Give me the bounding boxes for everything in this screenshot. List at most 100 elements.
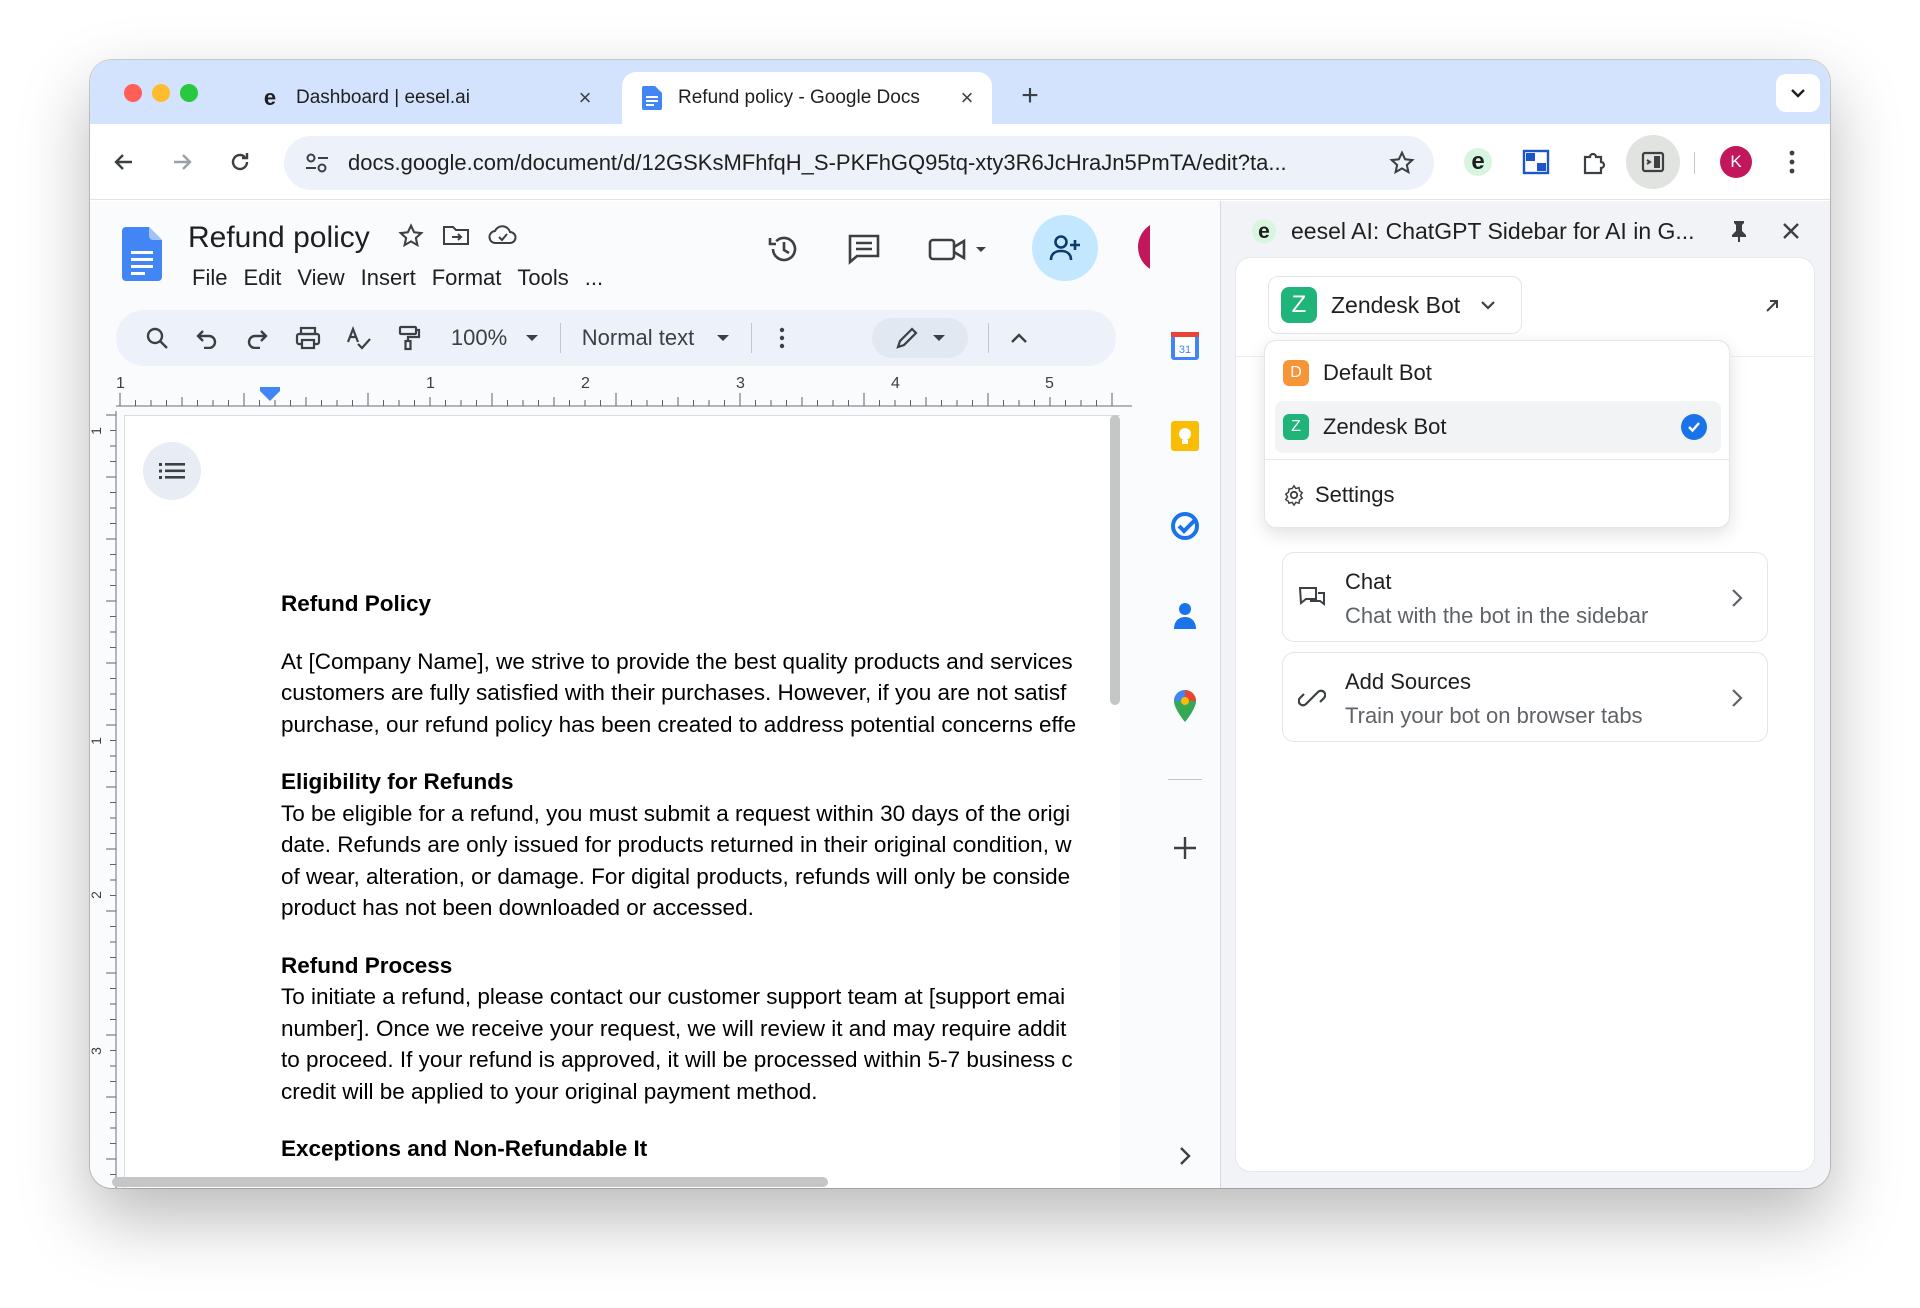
new-tab-button[interactable]: + xyxy=(1010,76,1050,116)
share-button[interactable] xyxy=(1032,215,1098,281)
paragraph-line: To initiate a refund, please contact our… xyxy=(281,984,1066,1009)
chevron-down-icon xyxy=(1791,89,1805,98)
chat-card[interactable]: Chat Chat with the bot in the sidebar xyxy=(1282,552,1768,642)
tasks-icon[interactable] xyxy=(1166,507,1204,545)
tab-dashboard[interactable]: e Dashboard | eesel.ai × xyxy=(240,72,610,124)
google-docs-logo-icon[interactable] xyxy=(122,227,162,286)
heading-refund-process: Refund Process xyxy=(281,952,453,978)
menu-edit[interactable]: Edit xyxy=(239,261,293,295)
bookmark-star-icon[interactable] xyxy=(1382,150,1422,176)
meet-button[interactable] xyxy=(926,227,992,271)
comments-button[interactable] xyxy=(842,227,886,271)
chevron-down-icon xyxy=(1481,301,1495,310)
paragraph-line: customers are fully satisfied with their… xyxy=(281,680,1067,705)
google-docs-area: Refund policy File Edit View Insert Form… xyxy=(90,201,1220,1188)
menu-insert[interactable]: Insert xyxy=(357,261,428,295)
calendar-icon[interactable]: 31 xyxy=(1166,327,1204,365)
tab-google-docs[interactable]: Refund policy - Google Docs × xyxy=(622,72,992,124)
site-info-icon[interactable] xyxy=(302,152,332,174)
pin-icon[interactable] xyxy=(1725,217,1753,245)
video-camera-icon xyxy=(928,238,986,261)
ruler-label: 2 xyxy=(581,375,590,392)
card-title: Add Sources xyxy=(1345,669,1471,694)
editing-mode-button[interactable] xyxy=(872,318,968,358)
close-tab-icon[interactable]: × xyxy=(952,83,982,113)
search-menus-button[interactable] xyxy=(132,318,182,358)
ruler-label: 5 xyxy=(1045,375,1054,392)
ruler-label: 1 xyxy=(90,737,104,745)
menu-more[interactable]: ... xyxy=(581,261,615,295)
ruler-label: 3 xyxy=(736,375,745,392)
menu-format[interactable]: Format xyxy=(428,261,514,295)
paragraph-line: number]. Once we receive your request, w… xyxy=(281,1015,1067,1041)
get-addons-button[interactable] xyxy=(1166,829,1204,867)
move-folder-icon[interactable] xyxy=(442,223,470,254)
vertical-scrollbar[interactable] xyxy=(1110,415,1120,705)
print-button[interactable] xyxy=(282,318,334,358)
back-button[interactable] xyxy=(104,142,144,182)
zoom-select[interactable]: 100% xyxy=(440,318,550,358)
paint-format-button[interactable] xyxy=(384,318,434,358)
extensions-puzzle-icon[interactable] xyxy=(1574,142,1614,182)
bot-selector[interactable]: Z Zendesk Bot xyxy=(1268,276,1522,334)
menu-file[interactable]: File xyxy=(188,261,239,295)
contacts-icon[interactable] xyxy=(1166,597,1204,635)
horizontal-scrollbar[interactable] xyxy=(112,1177,828,1187)
paragraph-style-select[interactable]: Normal text xyxy=(571,318,741,358)
eesel-extension-icon[interactable]: e xyxy=(1458,142,1498,182)
dropdown-item-label: Settings xyxy=(1315,482,1395,507)
profile-button[interactable]: K xyxy=(1716,142,1756,182)
docs-menubar: File Edit View Insert Format Tools ... xyxy=(188,261,615,295)
add-sources-card[interactable]: Add Sources Train your bot on browser ta… xyxy=(1282,652,1768,742)
paragraph-line: of wear, alteration, or damage. For digi… xyxy=(281,863,1071,889)
close-tab-icon[interactable]: × xyxy=(570,83,600,113)
menu-tools[interactable]: Tools xyxy=(513,261,580,295)
formatting-toolbar: 100% Normal text xyxy=(116,310,1116,366)
title-actions xyxy=(398,223,518,254)
version-history-button[interactable] xyxy=(762,227,806,271)
open-external-icon[interactable] xyxy=(1760,294,1784,318)
document-body[interactable]: Refund Policy At [Company Name], we stri… xyxy=(281,588,1120,1165)
document-page[interactable]: Refund Policy At [Company Name], we stri… xyxy=(124,415,1120,1188)
paragraph-line: date. Refunds are only issued for produc… xyxy=(281,832,1072,857)
undo-button[interactable] xyxy=(182,318,232,358)
dropdown-item-settings[interactable]: Settings xyxy=(1275,469,1721,521)
redo-button[interactable] xyxy=(232,318,282,358)
document-title[interactable]: Refund policy xyxy=(188,221,370,255)
tab-title: Dashboard | eesel.ai xyxy=(296,87,470,108)
document-outline-button[interactable] xyxy=(143,442,201,500)
browser-menu-button[interactable] xyxy=(1772,142,1812,182)
close-window-button[interactable] xyxy=(124,84,142,102)
avatar: K xyxy=(1720,146,1752,178)
close-panel-icon[interactable] xyxy=(1777,217,1805,245)
ruler-label: 2 xyxy=(90,891,104,899)
side-panel-button[interactable] xyxy=(1626,135,1680,189)
print-icon xyxy=(295,326,321,350)
indent-marker-icon[interactable] xyxy=(260,391,280,401)
maps-icon[interactable] xyxy=(1166,687,1204,725)
paragraph-line: credit will be applied to your original … xyxy=(281,1078,818,1104)
zoom-value: 100% xyxy=(450,325,508,350)
screenshot-extension-icon[interactable] xyxy=(1516,142,1556,182)
more-tools-button[interactable] xyxy=(762,318,802,358)
heading-eligibility: Eligibility for Refunds xyxy=(281,769,514,794)
dropdown-item-default-bot[interactable]: D Default Bot xyxy=(1275,347,1721,399)
maximize-window-button[interactable] xyxy=(180,84,198,102)
cloud-saved-icon[interactable] xyxy=(488,223,518,254)
reload-button[interactable] xyxy=(220,142,260,182)
spellcheck-button[interactable] xyxy=(334,318,384,358)
ruler-label: 4 xyxy=(891,375,900,392)
paragraph-line: to proceed. If your refund is approved, … xyxy=(281,1047,1073,1072)
address-bar[interactable]: docs.google.com/document/d/12GSKsMFhfqH_… xyxy=(284,136,1434,190)
minimize-window-button[interactable] xyxy=(152,84,170,102)
dropdown-item-zendesk-bot[interactable]: Z Zendesk Bot xyxy=(1275,401,1721,453)
eesel-icon: e xyxy=(258,86,282,110)
keep-icon[interactable] xyxy=(1166,417,1204,455)
star-icon[interactable] xyxy=(398,223,424,254)
tab-search-button[interactable] xyxy=(1776,74,1820,112)
menu-view[interactable]: View xyxy=(293,261,356,295)
side-panel-icon xyxy=(1641,151,1665,173)
forward-button[interactable] xyxy=(162,142,202,182)
show-side-panel-button[interactable] xyxy=(1166,1137,1204,1175)
hide-menus-button[interactable] xyxy=(999,318,1039,358)
